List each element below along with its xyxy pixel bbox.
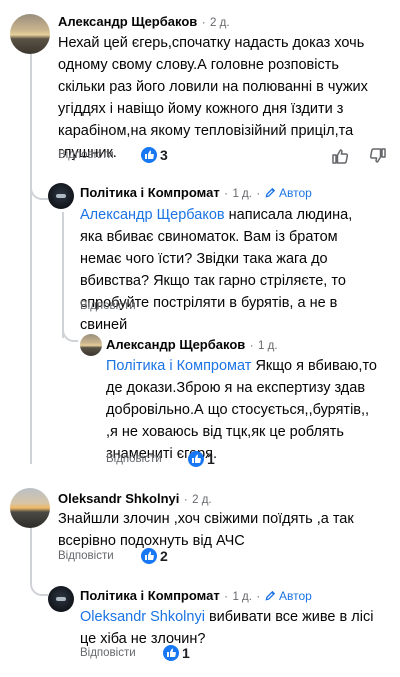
comment-author[interactable]: Політика і Компромат xyxy=(80,588,220,603)
comment-header: Александр Щербаков · 1 д. xyxy=(106,336,278,354)
comment-text: Нехай цей єгерь,спочатку надасть доказ х… xyxy=(58,35,368,161)
pencil-icon xyxy=(265,187,275,198)
separator: · xyxy=(224,188,228,200)
reactions[interactable]: 2 xyxy=(141,548,181,566)
reaction-count: 3 xyxy=(160,147,168,163)
separator: · xyxy=(183,494,188,506)
comment-header: Політика і Компромат · 1 д. · Автор xyxy=(80,184,312,202)
comment-body: написала людина, яка вбиває свиноматок. … xyxy=(80,207,353,333)
author-badge: Автор xyxy=(265,589,312,603)
comment-author[interactable]: Александр Щербаков xyxy=(58,14,197,29)
comment-author[interactable]: Oleksandr Shkolnyi xyxy=(58,491,179,506)
thumbs-up-badge-icon xyxy=(141,147,157,163)
author-badge-label: Автор xyxy=(279,589,312,603)
reactions[interactable]: 3 xyxy=(141,147,181,165)
thread-connector xyxy=(30,572,48,596)
thread-connector xyxy=(62,318,78,342)
thumbs-up-badge-icon xyxy=(163,645,179,661)
comment-time[interactable]: 1 д. xyxy=(232,188,252,200)
reply-button[interactable]: Відповісти xyxy=(106,453,162,465)
comment-author[interactable]: Александр Щербаков xyxy=(106,337,245,352)
reply-button[interactable]: Відповісти xyxy=(58,149,114,161)
comment-header: Політика і Компромат · 1 д. · Автор xyxy=(80,587,312,605)
avatar[interactable] xyxy=(10,14,50,54)
reply-button[interactable]: Відповісти xyxy=(80,300,136,312)
avatar[interactable] xyxy=(80,334,102,356)
separator: · xyxy=(256,591,261,603)
comment-time[interactable]: 2 д. xyxy=(210,17,230,29)
separator: · xyxy=(256,188,261,200)
thumbs-up-badge-icon xyxy=(188,451,204,467)
reaction-count: 1 xyxy=(207,451,215,467)
comment-header: Александр Щербаков · 2 д. xyxy=(58,13,230,31)
mention-link[interactable]: Політика і Компромат xyxy=(106,358,251,374)
separator: · xyxy=(249,340,254,352)
thumbs-up-badge-icon xyxy=(141,548,157,564)
reaction-count: 1 xyxy=(182,645,190,661)
comment-text: Александр Щербаков написала людина, яка … xyxy=(80,204,376,336)
thread-connector xyxy=(30,176,48,200)
dislike-icon[interactable] xyxy=(368,146,388,166)
reply-button[interactable]: Відповісти xyxy=(80,647,136,659)
separator: · xyxy=(224,591,228,603)
reply-button[interactable]: Відповісти xyxy=(58,550,114,562)
mention-link[interactable]: Александр Щербаков xyxy=(80,207,225,223)
author-badge: Автор xyxy=(265,186,312,200)
comment-text: Політика і Компромат Якщо я вбиваю,то де… xyxy=(106,355,384,465)
author-badge-label: Автор xyxy=(279,186,312,200)
separator: · xyxy=(201,17,206,29)
comment-author[interactable]: Політика і Компромат xyxy=(80,185,220,200)
avatar[interactable] xyxy=(10,488,50,528)
like-icon[interactable] xyxy=(330,146,350,166)
pencil-icon xyxy=(265,590,275,601)
reaction-count: 2 xyxy=(160,548,168,564)
thread-line xyxy=(30,54,32,464)
comment-header: Oleksandr Shkolnyi · 2 д. xyxy=(58,490,212,508)
avatar[interactable] xyxy=(48,586,74,612)
avatar[interactable] xyxy=(48,183,74,209)
reactions[interactable]: 1 xyxy=(188,451,228,469)
comment-text: Знайшли злочин ,хоч свіжими поїдять ,а т… xyxy=(58,511,354,549)
mention-link[interactable]: Oleksandr Shkolnyi xyxy=(80,609,205,625)
comment-time[interactable]: 1 д. xyxy=(258,340,278,352)
comment-text: Oleksandr Shkolnyi вибивати все живе в л… xyxy=(80,606,380,650)
comment-time[interactable]: 1 д. xyxy=(232,591,252,603)
reactions[interactable]: 1 xyxy=(163,645,203,663)
comment-time[interactable]: 2 д. xyxy=(192,494,212,506)
